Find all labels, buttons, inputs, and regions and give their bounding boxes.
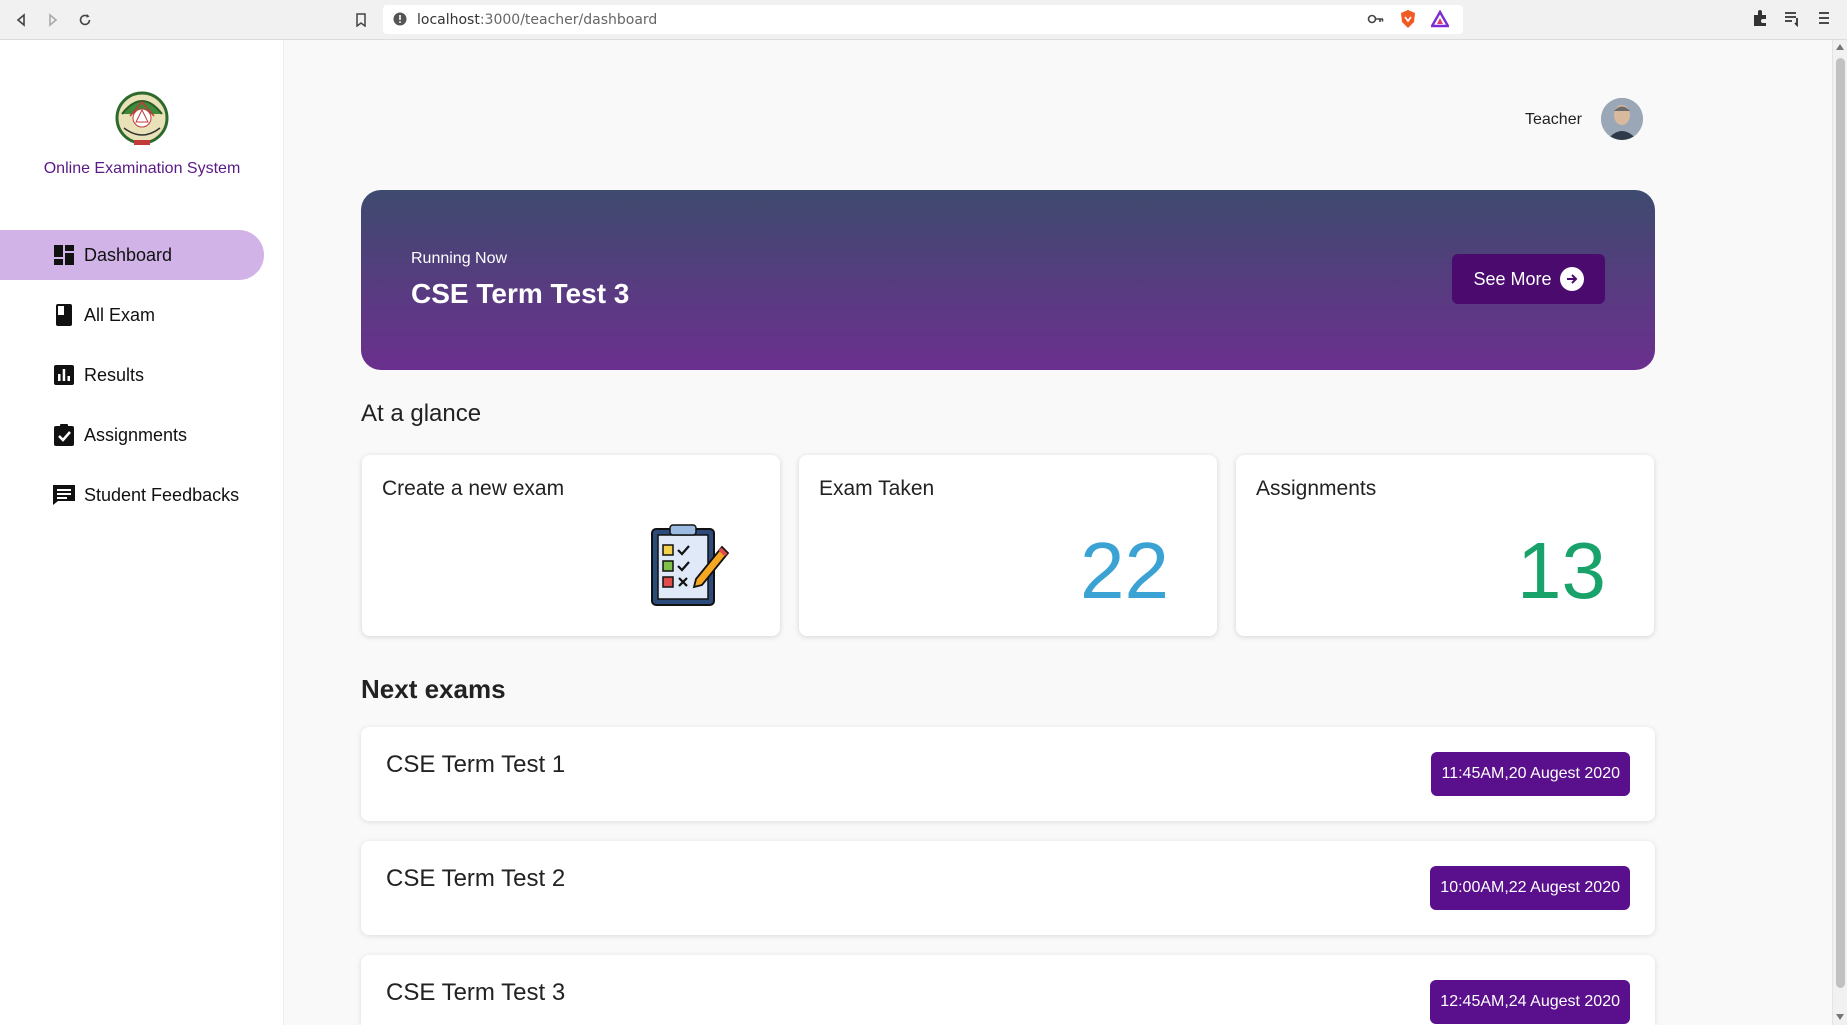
brand-name: Online Examination System xyxy=(43,160,241,177)
exam-taken-card[interactable]: Exam Taken 22 xyxy=(799,455,1217,636)
next-exams-title: Next exams xyxy=(361,674,506,704)
address-bar[interactable]: localhost:3000/teacher/dashboard xyxy=(383,5,1463,34)
forward-icon[interactable] xyxy=(42,9,64,31)
scroll-thumb[interactable] xyxy=(1836,58,1845,988)
avatar[interactable] xyxy=(1601,98,1643,140)
key-icon[interactable] xyxy=(1367,9,1385,34)
sidebar-item-label: Assignments xyxy=(84,424,188,445)
checklist-pencil-icon xyxy=(648,523,732,612)
info-icon[interactable] xyxy=(393,12,407,31)
menu-icon[interactable] xyxy=(1815,9,1833,32)
reload-icon[interactable] xyxy=(74,9,96,31)
create-exam-card[interactable]: Create a new exam xyxy=(362,455,780,636)
scroll-down-icon[interactable] xyxy=(1836,1014,1844,1020)
assignments-card[interactable]: Assignments 13 xyxy=(1236,455,1654,636)
url-text: localhost:3000/teacher/dashboard xyxy=(417,12,658,28)
scroll-up-icon[interactable] xyxy=(1836,44,1844,50)
dashboard-icon xyxy=(52,243,76,267)
sidebar-item-all-exam[interactable]: All Exam xyxy=(0,290,264,340)
sidebar-item-dashboard[interactable]: Dashboard xyxy=(0,230,264,280)
user-role-label: Teacher xyxy=(1525,111,1582,128)
card-title: Create a new exam xyxy=(382,477,565,500)
exam-list-item[interactable]: CSE Term Test 1 11:45AM,20 Augest 2020 xyxy=(361,727,1655,821)
reading-list-icon[interactable] xyxy=(1783,9,1801,32)
sidebar-item-label: All Exam xyxy=(84,304,156,325)
at-a-glance-title: At a glance xyxy=(361,400,482,427)
exam-list-item[interactable]: CSE Term Test 3 12:45AM,24 Augest 2020 xyxy=(361,955,1655,1025)
bookmark-icon[interactable] xyxy=(350,9,372,31)
see-more-label: See More xyxy=(1473,268,1552,289)
bar-chart-icon xyxy=(52,363,76,387)
sidebar-item-student-feedbacks[interactable]: Student Feedbacks xyxy=(0,470,264,520)
see-more-button[interactable]: See More xyxy=(1452,254,1605,304)
banner-title: CSE Term Test 3 xyxy=(411,278,630,309)
clipboard-check-icon xyxy=(52,423,76,447)
sidebar-item-label: Results xyxy=(84,364,145,385)
exam-name: CSE Term Test 2 xyxy=(386,865,566,892)
exam-name: CSE Term Test 3 xyxy=(386,979,566,1006)
card-title: Assignments xyxy=(1256,477,1377,500)
exam-time-badge: 12:45AM,24 Augest 2020 xyxy=(1430,980,1630,1024)
university-logo xyxy=(114,88,170,148)
book-icon xyxy=(52,303,76,327)
exam-time-badge: 11:45AM,20 Augest 2020 xyxy=(1431,752,1630,796)
extensions-icon[interactable] xyxy=(1751,9,1769,32)
page-scrollbar[interactable] xyxy=(1832,40,1847,1025)
assignments-count: 13 xyxy=(1517,526,1606,615)
sidebar-item-assignments[interactable]: Assignments xyxy=(0,410,264,460)
brave-shield-icon[interactable] xyxy=(1399,9,1417,34)
arrow-right-icon xyxy=(1559,267,1584,291)
sidebar: Online Examination System Dashboard All … xyxy=(0,40,284,1025)
browser-toolbar: localhost:3000/teacher/dashboard xyxy=(0,0,1847,40)
back-icon[interactable] xyxy=(10,9,32,31)
banner-subtitle: Running Now xyxy=(411,250,508,267)
exam-taken-count: 22 xyxy=(1080,526,1169,615)
card-title: Exam Taken xyxy=(819,477,935,500)
running-exam-banner: Running Now CSE Term Test 3 See More xyxy=(361,190,1655,370)
feedback-icon xyxy=(52,483,76,507)
sidebar-item-results[interactable]: Results xyxy=(0,350,264,400)
exam-name: CSE Term Test 1 xyxy=(386,751,566,778)
brave-rewards-icon[interactable] xyxy=(1429,9,1451,34)
sidebar-item-label: Student Feedbacks xyxy=(84,484,240,505)
sidebar-item-label: Dashboard xyxy=(84,244,173,265)
exam-time-badge: 10:00AM,22 Augest 2020 xyxy=(1430,866,1630,910)
exam-list-item[interactable]: CSE Term Test 2 10:00AM,22 Augest 2020 xyxy=(361,841,1655,935)
